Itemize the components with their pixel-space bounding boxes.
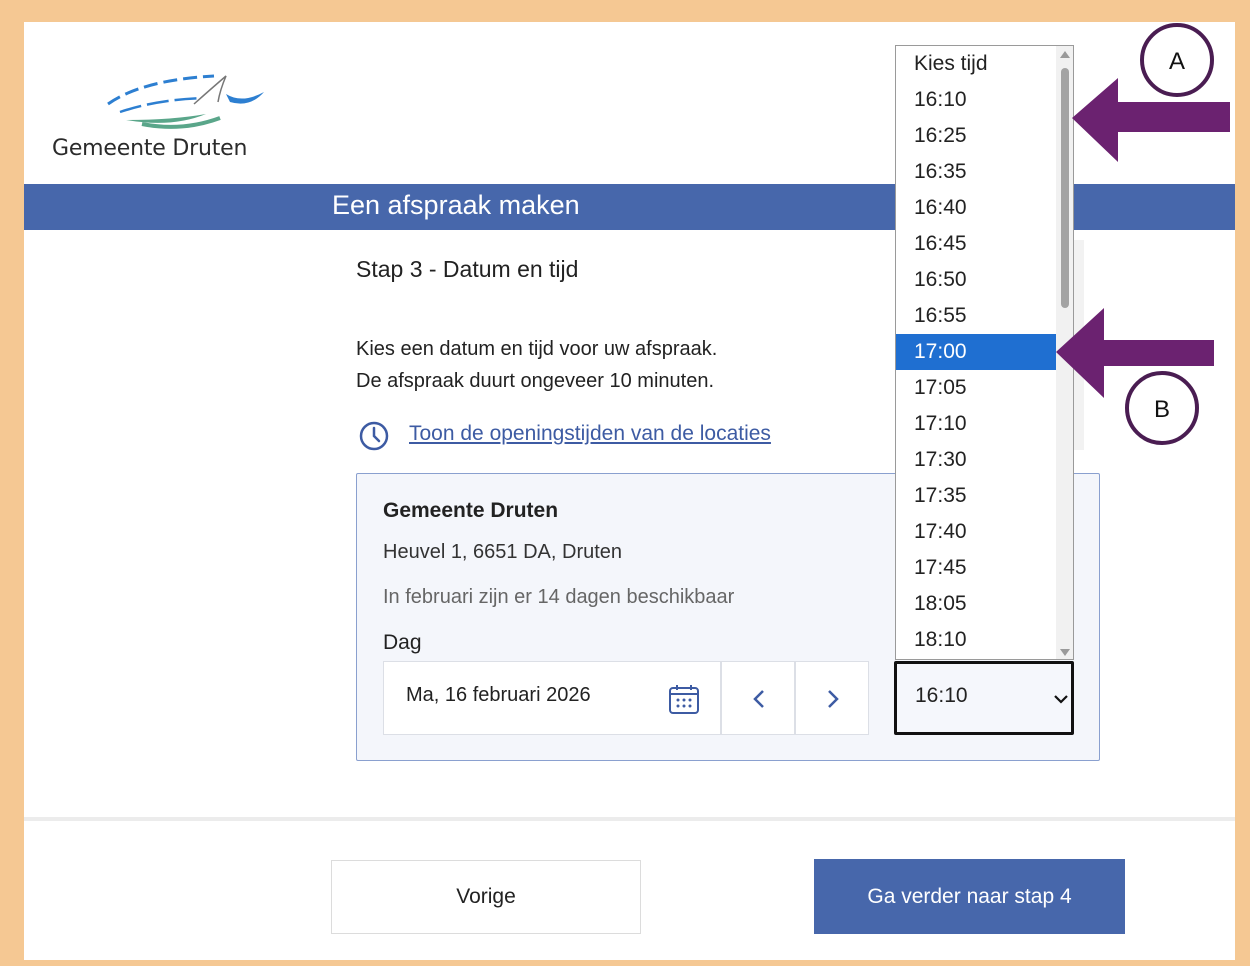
- day-label: Dag: [383, 631, 422, 654]
- chevron-down-icon: [1054, 695, 1068, 704]
- time-options: Kies tijd 16:10 16:25 16:35 16:40 16:45 16:50 1…: [896, 46, 1056, 658]
- time-option-placeholder[interactable]: Kies tijd: [896, 46, 1056, 82]
- scroll-down-arrow-icon[interactable]: [1060, 649, 1070, 656]
- time-option[interactable]: 16:35: [896, 154, 1056, 190]
- date-value: Ma, 16 februari 2026: [406, 684, 591, 706]
- time-option[interactable]: 16:45: [896, 226, 1056, 262]
- browser-frame: Gemeente Druten Een afspraak maken Stap …: [24, 22, 1235, 960]
- page-title: Een afspraak maken: [332, 190, 580, 220]
- availability-text: In februari zijn er 14 dagen beschikbaar: [383, 586, 735, 608]
- opening-hours-link[interactable]: Toon de openingstijden van de locaties: [409, 422, 771, 446]
- time-select-value: 16:10: [915, 684, 968, 707]
- time-option[interactable]: 17:35: [896, 478, 1056, 514]
- time-option[interactable]: 18:10: [896, 622, 1056, 658]
- dropdown-scrollbar[interactable]: [1056, 46, 1073, 659]
- municipality-logo[interactable]: Gemeente Druten: [52, 68, 264, 168]
- location-name: Gemeente Druten: [383, 499, 559, 522]
- side-panel-edge: [1074, 240, 1084, 450]
- time-option[interactable]: 16:50: [896, 262, 1056, 298]
- previous-step-button[interactable]: Vorige: [331, 860, 641, 934]
- bird-logo-icon: [107, 74, 264, 129]
- time-option[interactable]: 16:10: [896, 82, 1056, 118]
- time-option[interactable]: 17:10: [896, 406, 1056, 442]
- next-step-button[interactable]: Ga verder naar stap 4: [814, 859, 1125, 934]
- step-title: Stap 3 - Datum en tijd: [356, 256, 579, 282]
- time-option[interactable]: 17:00: [896, 334, 1056, 370]
- chevron-right-icon: [828, 690, 839, 708]
- footer-divider: [24, 817, 1235, 821]
- time-option[interactable]: 17:45: [896, 550, 1056, 586]
- time-option[interactable]: 18:05: [896, 586, 1056, 622]
- calendar-icon[interactable]: [667, 682, 701, 716]
- logo-text: Gemeente Druten: [52, 136, 248, 161]
- time-select[interactable]: 16:10: [894, 661, 1074, 735]
- chevron-left-icon: [753, 690, 764, 708]
- time-option[interactable]: 17:40: [896, 514, 1056, 550]
- time-dropdown-list[interactable]: Kies tijd 16:10 16:25 16:35 16:40 16:45 16:50 1…: [895, 45, 1074, 660]
- time-option[interactable]: 16:25: [896, 118, 1056, 154]
- time-option[interactable]: 16:40: [896, 190, 1056, 226]
- scroll-thumb[interactable]: [1061, 68, 1069, 308]
- location-address: Heuvel 1, 6651 DA, Druten: [383, 541, 623, 563]
- time-option[interactable]: 16:55: [896, 298, 1056, 334]
- next-day-button[interactable]: [795, 661, 869, 735]
- scroll-up-arrow-icon[interactable]: [1060, 51, 1070, 58]
- date-input[interactable]: Ma, 16 februari 2026: [383, 661, 721, 735]
- previous-day-button[interactable]: [721, 661, 795, 735]
- time-option[interactable]: 17:05: [896, 370, 1056, 406]
- intro-text-line-2: De afspraak duurt ongeveer 10 minuten.: [356, 370, 714, 392]
- time-option[interactable]: 17:30: [896, 442, 1056, 478]
- clock-icon: [359, 421, 389, 451]
- intro-text-line-1: Kies een datum en tijd voor uw afspraak.: [356, 338, 718, 360]
